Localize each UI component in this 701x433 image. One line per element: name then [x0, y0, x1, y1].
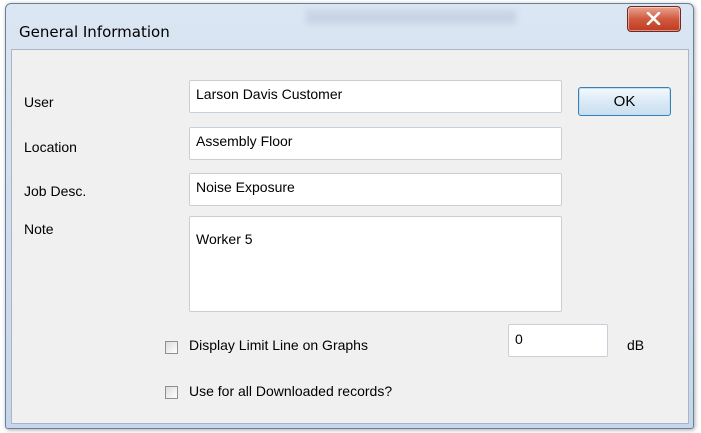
limit-value-field[interactable]: 0: [508, 324, 608, 357]
use-all-records-checkbox[interactable]: [165, 386, 178, 399]
ok-button[interactable]: OK: [578, 87, 671, 116]
limit-line-checkbox[interactable]: [165, 341, 178, 354]
user-field[interactable]: Larson Davis Customer: [189, 80, 562, 113]
location-field[interactable]: Assembly Floor: [189, 127, 562, 160]
use-all-records-label: Use for all Downloaded records?: [189, 383, 393, 399]
dialog-body: User Larson Davis Customer OK Location A…: [11, 49, 689, 424]
job-desc-label: Job Desc.: [24, 183, 87, 199]
general-information-dialog: General Information User Larson Davis Cu…: [5, 3, 694, 429]
note-label: Note: [24, 221, 54, 237]
limit-line-label: Display Limit Line on Graphs: [189, 337, 368, 353]
background-window-caption: [306, 10, 516, 24]
close-button[interactable]: [627, 6, 681, 32]
close-x-icon: [646, 12, 661, 25]
limit-unit-label: dB: [627, 337, 645, 353]
location-label: Location: [24, 139, 77, 155]
user-label: User: [24, 94, 54, 110]
note-textarea[interactable]: Worker 5: [189, 216, 562, 312]
job-desc-field[interactable]: Noise Exposure: [189, 173, 562, 206]
dialog-title: General Information: [19, 23, 170, 41]
title-bar[interactable]: General Information: [6, 4, 693, 48]
